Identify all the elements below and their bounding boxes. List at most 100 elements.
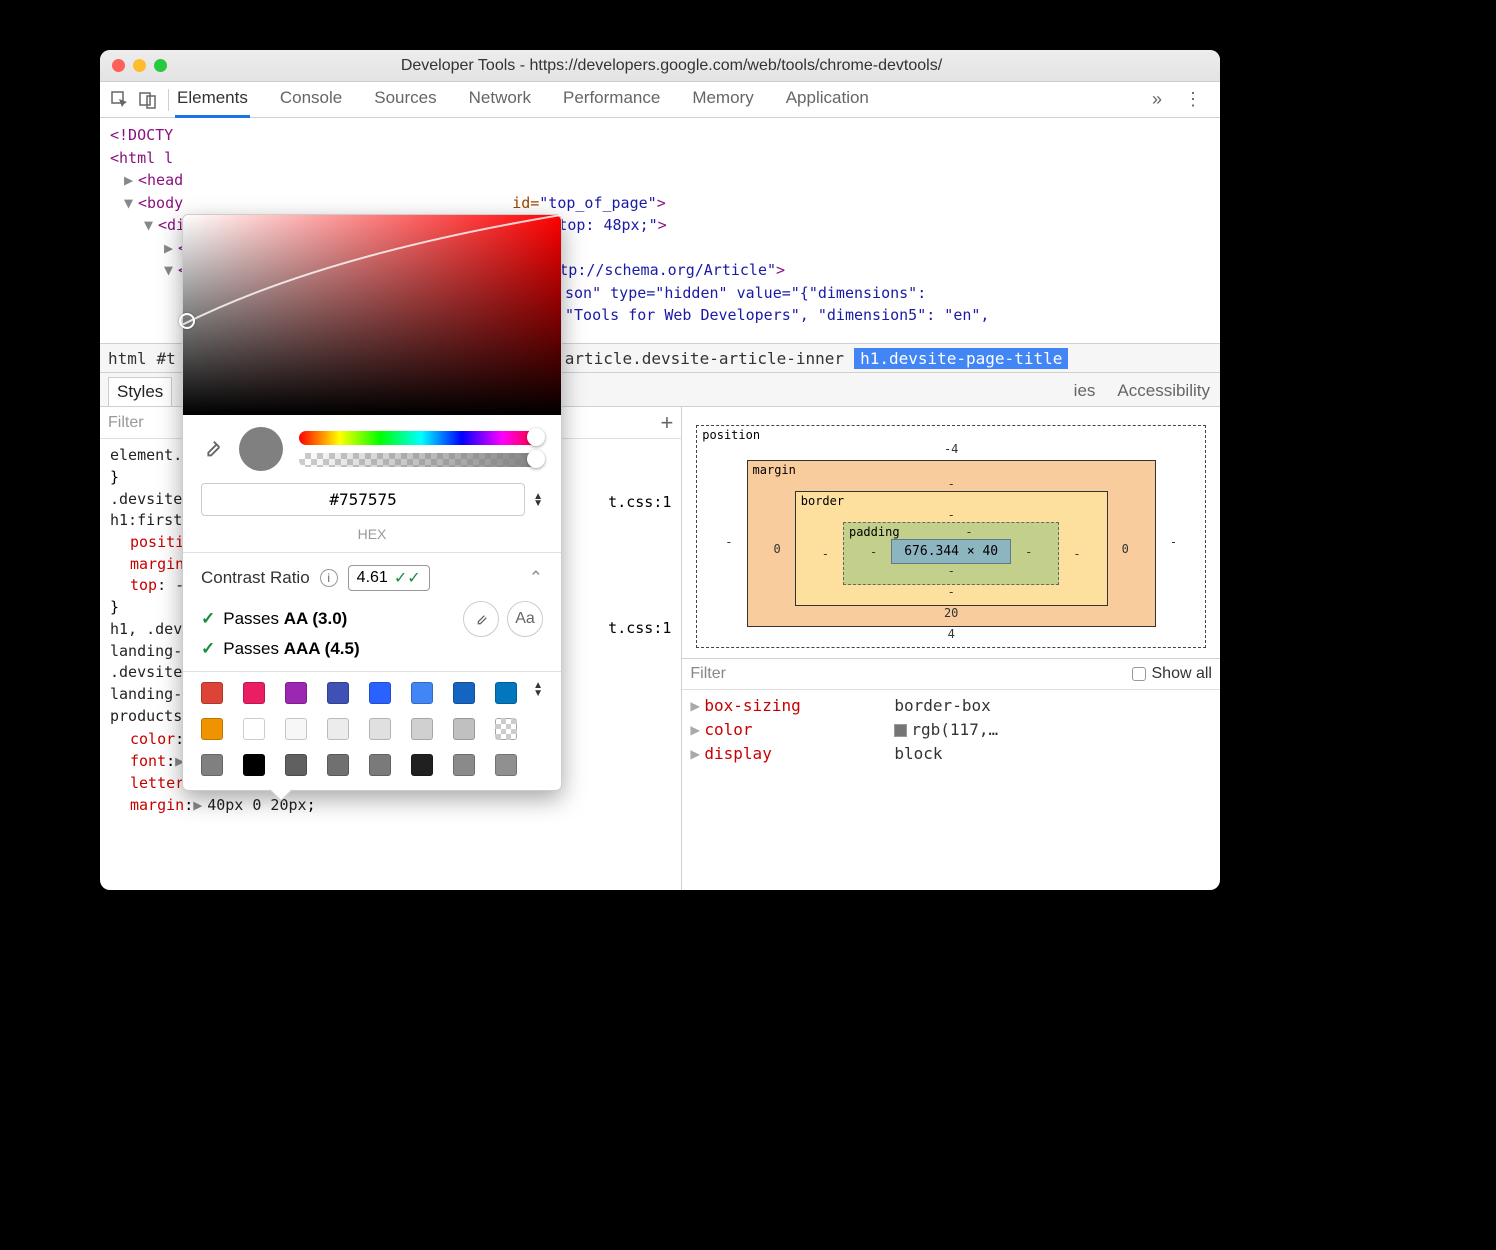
alpha-thumb[interactable] xyxy=(527,450,545,468)
palette-swatch[interactable] xyxy=(201,682,223,704)
prop-margin-val: 40px 0 20px xyxy=(207,796,306,814)
subtab-styles[interactable]: Styles xyxy=(108,377,172,406)
titlebar: Developer Tools - https://developers.goo… xyxy=(100,50,1220,82)
expand-icon[interactable]: ▶ xyxy=(690,718,704,742)
palette-swatch[interactable] xyxy=(201,718,223,740)
tab-application[interactable]: Application xyxy=(784,81,871,118)
palette-swatch[interactable] xyxy=(285,718,307,740)
tab-performance[interactable]: Performance xyxy=(561,81,662,118)
text-sample-icon[interactable]: Aa xyxy=(507,601,543,637)
more-tabs-icon[interactable]: » xyxy=(1142,89,1172,110)
palette-stepper-icon[interactable]: ▲▼ xyxy=(533,682,543,698)
devtools-window: Developer Tools - https://developers.goo… xyxy=(100,50,1220,890)
palette-swatch[interactable] xyxy=(369,718,391,740)
crumb-h1-selected[interactable]: h1.devsite-page-title xyxy=(854,348,1068,369)
maximize-button[interactable] xyxy=(154,59,167,72)
settings-menu-icon[interactable]: ⋮ xyxy=(1172,89,1214,110)
expand-icon[interactable]: ▶ xyxy=(690,742,704,766)
computed-properties[interactable]: ▶box-sizingborder-box ▶colorrgb(117,… ▶d… xyxy=(682,690,1220,770)
computed-filter-label[interactable]: Filter xyxy=(690,665,726,683)
head-node: <head xyxy=(138,171,183,189)
bm-padding-label: padding xyxy=(849,525,900,539)
filter-label[interactable]: Filter xyxy=(108,414,144,432)
subtab-accessibility[interactable]: Accessibility xyxy=(1115,377,1212,406)
html-node: <html l xyxy=(110,149,173,167)
prop-top: top xyxy=(130,576,157,594)
contrast-curve xyxy=(183,215,561,414)
add-rule-icon[interactable]: + xyxy=(661,410,674,436)
bm-m-right: 0 xyxy=(1122,542,1129,556)
computed-val: border-box xyxy=(894,694,990,718)
prop-color: color xyxy=(130,730,175,748)
saturation-picker[interactable] xyxy=(183,215,561,415)
color-cursor[interactable] xyxy=(179,313,195,329)
prop-top-val: : - xyxy=(157,576,184,594)
bg-eyedropper-icon[interactable] xyxy=(463,601,499,637)
palette-swatch[interactable] xyxy=(285,682,307,704)
bm-margin-label: margin xyxy=(753,463,796,477)
palette-swatch[interactable] xyxy=(201,754,223,776)
palette-swatch[interactable] xyxy=(495,718,517,740)
computed-filter-row: Filter Show all xyxy=(682,658,1220,690)
tab-console[interactable]: Console xyxy=(278,81,344,118)
tab-sources[interactable]: Sources xyxy=(372,81,438,118)
computed-panel: position -4 - margin - 0 border xyxy=(682,407,1220,890)
box-model-diagram[interactable]: position -4 - margin - 0 border xyxy=(682,407,1220,658)
divider xyxy=(168,89,169,111)
palette-swatch[interactable] xyxy=(411,754,433,776)
palette-swatch[interactable] xyxy=(453,682,475,704)
attr-id: id= xyxy=(512,194,539,212)
crumb-hash[interactable]: #t xyxy=(157,349,176,368)
palette-swatch[interactable] xyxy=(369,754,391,776)
show-all-toggle[interactable]: Show all xyxy=(1132,665,1212,683)
computed-val: rgb(117,… xyxy=(894,718,998,742)
expand-icon[interactable]: ▶ xyxy=(690,694,704,718)
crumb-html[interactable]: html xyxy=(108,349,147,368)
prop-margin: margin xyxy=(130,555,184,573)
color-picker-popup: ▲▼ HEX Contrast Ratio i 4.61✓✓ ⌃ ✓ Passe… xyxy=(182,214,562,791)
inspect-icon[interactable] xyxy=(106,86,134,114)
palette-swatch[interactable] xyxy=(243,718,265,740)
prop-font: font xyxy=(130,752,166,770)
subtab-properties[interactable]: ies xyxy=(1072,377,1098,406)
prop-margin: margin xyxy=(130,796,184,814)
close-button[interactable] xyxy=(112,59,125,72)
eyedropper-icon[interactable] xyxy=(201,438,223,460)
palette-swatch[interactable] xyxy=(243,754,265,776)
hue-slider[interactable] xyxy=(299,431,543,445)
device-toggle-icon[interactable] xyxy=(134,86,162,114)
computed-prop: color xyxy=(704,718,894,742)
palette-swatch[interactable] xyxy=(495,682,517,704)
palette-swatch[interactable] xyxy=(411,682,433,704)
palette-swatch[interactable] xyxy=(369,682,391,704)
checkbox-icon[interactable] xyxy=(1132,667,1146,681)
bm-pos-top: -4 xyxy=(725,442,1177,456)
hue-thumb[interactable] xyxy=(527,428,545,446)
crumb-inner[interactable]: article.devsite-article-inner xyxy=(565,349,844,368)
window-title: Developer Tools - https://developers.goo… xyxy=(175,57,1168,75)
tab-memory[interactable]: Memory xyxy=(690,81,755,118)
palette-swatch[interactable] xyxy=(495,754,517,776)
tab-network[interactable]: Network xyxy=(467,81,533,118)
contrast-section: Contrast Ratio i 4.61✓✓ ⌃ ✓ Passes AA (3… xyxy=(183,553,561,671)
format-stepper-icon[interactable]: ▲▼ xyxy=(533,493,543,507)
collapse-icon[interactable]: ⌃ xyxy=(529,568,543,588)
palette-swatch[interactable] xyxy=(327,718,349,740)
palette-swatch[interactable] xyxy=(327,682,349,704)
alpha-slider[interactable] xyxy=(299,453,543,467)
attr-id-val: "top_of_page" xyxy=(539,194,656,212)
palette-swatch[interactable] xyxy=(327,754,349,776)
expand-icon[interactable]: ▶ xyxy=(193,795,207,817)
palette-swatch[interactable] xyxy=(243,682,265,704)
hex-input[interactable] xyxy=(201,483,525,516)
tab-elements[interactable]: Elements xyxy=(175,81,250,118)
palette-swatch[interactable] xyxy=(453,754,475,776)
palette-swatch[interactable] xyxy=(285,754,307,776)
palette-swatch[interactable] xyxy=(411,718,433,740)
minimize-button[interactable] xyxy=(133,59,146,72)
bm-border-label: border xyxy=(801,494,844,508)
palette-swatch[interactable] xyxy=(453,718,475,740)
bm-m-bottom: 20 xyxy=(774,606,1129,620)
main-toolbar: Elements Console Sources Network Perform… xyxy=(100,82,1220,118)
info-icon[interactable]: i xyxy=(320,569,338,587)
